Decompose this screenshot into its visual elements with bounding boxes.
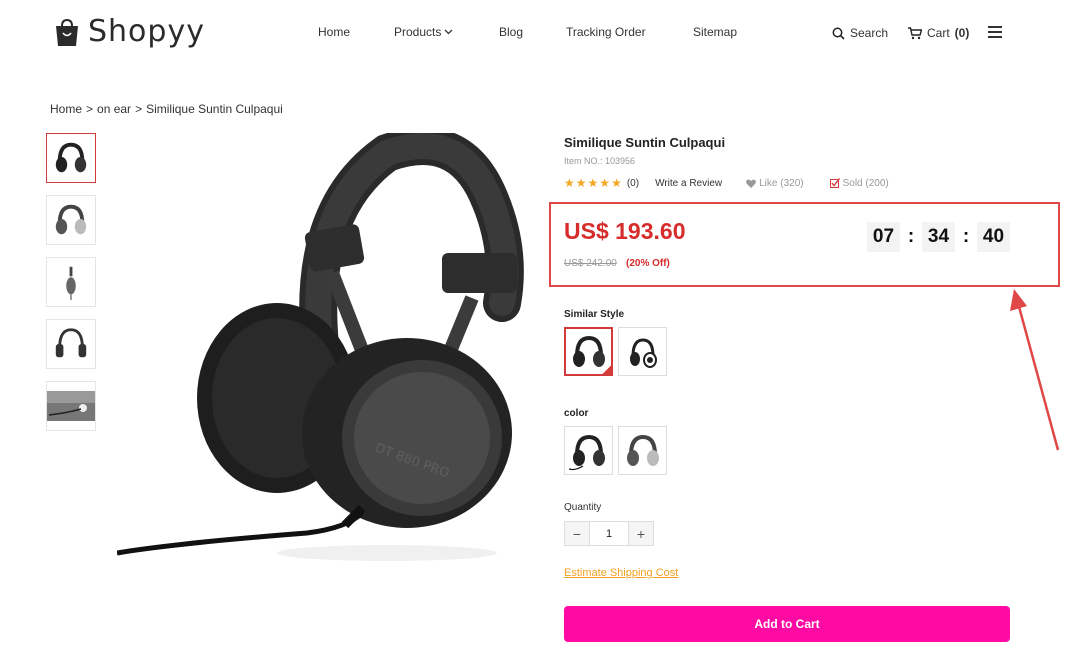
star-icon: ★ (599, 176, 611, 190)
quantity-decrement-button[interactable]: − (565, 522, 589, 545)
breadcrumb-current: Similique Suntin Culpaqui (146, 102, 283, 116)
color-label: color (564, 408, 589, 419)
headphones-image (66, 266, 76, 301)
nav-tracking-order[interactable]: Tracking Order (566, 25, 646, 39)
thumbnail-4[interactable] (46, 319, 96, 369)
original-price: US$ 242.00 (564, 258, 617, 269)
quantity-increment-button[interactable]: + (629, 522, 653, 545)
price-countdown-box: US$ 193.60 US$ 242.00 (20% Off) 07 : 34 … (549, 202, 1060, 287)
chevron-down-icon (444, 29, 453, 35)
thumbnail-2[interactable] (46, 195, 96, 245)
cart-button[interactable]: Cart (0) (908, 26, 969, 40)
write-review-link[interactable]: Write a Review (655, 178, 722, 189)
thumbnail-1[interactable] (46, 133, 96, 183)
review-count: (0) (626, 177, 640, 189)
star-icon: ★ (587, 176, 599, 190)
nav-blog[interactable]: Blog (499, 25, 523, 39)
add-to-cart-button[interactable]: Add to Cart (564, 606, 1010, 642)
similar-style-option-2[interactable] (618, 327, 667, 376)
quantity-input[interactable]: 1 (589, 522, 629, 545)
breadcrumb-category[interactable]: on ear (97, 102, 131, 116)
color-option-silver[interactable] (618, 426, 667, 475)
product-detail-image (47, 391, 95, 421)
thumbnail-list (46, 133, 96, 443)
nav-products[interactable]: Products (394, 25, 453, 39)
headphones-image (568, 434, 605, 470)
countdown-separator: : (907, 226, 915, 247)
headphones-image (626, 434, 659, 466)
nav-products-label: Products (394, 25, 442, 39)
like-count: Like (320) (759, 177, 804, 189)
main-product-image: DT 880 PRO (117, 133, 524, 561)
search-label: Search (850, 26, 889, 40)
quantity-stepper: − 1 + (564, 521, 654, 546)
countdown-minutes: 34 (922, 222, 955, 252)
product-meta: ★ ★ ★ ★ ★ (0) Write a Review Like (320) Sold… (564, 176, 1024, 190)
nav-home[interactable]: Home (318, 25, 350, 39)
cart-count: (0) (954, 26, 970, 40)
similar-style-label: Similar Style (564, 309, 625, 320)
product-title: Similique Suntin Culpaqui (564, 135, 726, 150)
sold-indicator: Sold (200) (829, 177, 889, 189)
countdown-timer: 07 : 34 : 40 (867, 222, 1010, 252)
like-button[interactable]: Like (320) (746, 177, 804, 189)
headphones-image (55, 204, 87, 235)
star-icon: ★ (611, 176, 622, 190)
menu-icon[interactable] (988, 26, 1002, 38)
item-number: Item NO.: 103956 (564, 156, 636, 166)
countdown-seconds: 40 (977, 222, 1010, 252)
similar-style-swatches (564, 327, 667, 376)
star-icon: ★ (564, 176, 575, 190)
heart-icon (746, 179, 757, 188)
breadcrumb-separator: > (135, 102, 143, 116)
star-icon: ★ (575, 176, 587, 190)
color-option-black[interactable] (564, 426, 613, 475)
thumbnail-5[interactable] (46, 381, 96, 431)
search-button[interactable]: Search (832, 26, 888, 40)
headphones-image (572, 335, 605, 367)
estimate-shipping-link[interactable]: Estimate Shipping Cost (564, 567, 678, 579)
annotation-arrow-icon (1010, 289, 1060, 451)
discount-badge: (20% Off) (626, 258, 670, 269)
countdown-separator: : (962, 226, 970, 247)
breadcrumb-home[interactable]: Home (50, 102, 82, 116)
similar-style-option-1[interactable] (564, 327, 613, 376)
search-icon (832, 27, 845, 40)
countdown-hours: 07 (867, 222, 900, 252)
headphones-image (55, 142, 87, 173)
sale-price: US$ 193.60 (564, 218, 686, 244)
checkbox-icon (829, 178, 840, 188)
color-swatches (564, 426, 667, 475)
product-info: Similique Suntin Culpaqui Item NO.: 1039… (564, 135, 1024, 190)
nav-sitemap[interactable]: Sitemap (693, 25, 737, 39)
breadcrumb: Home > on ear > Similique Suntin Culpaqu… (50, 102, 283, 116)
cart-icon (908, 26, 922, 39)
headphones-image (55, 328, 87, 358)
breadcrumb-separator: > (86, 102, 94, 116)
rating-stars: ★ ★ ★ ★ ★ (564, 176, 622, 190)
quantity-label: Quantity (564, 502, 602, 513)
thumbnail-3[interactable] (46, 257, 96, 307)
cart-label: Cart (927, 26, 950, 40)
headphones-image (629, 337, 657, 368)
sold-count: Sold (200) (842, 177, 889, 189)
